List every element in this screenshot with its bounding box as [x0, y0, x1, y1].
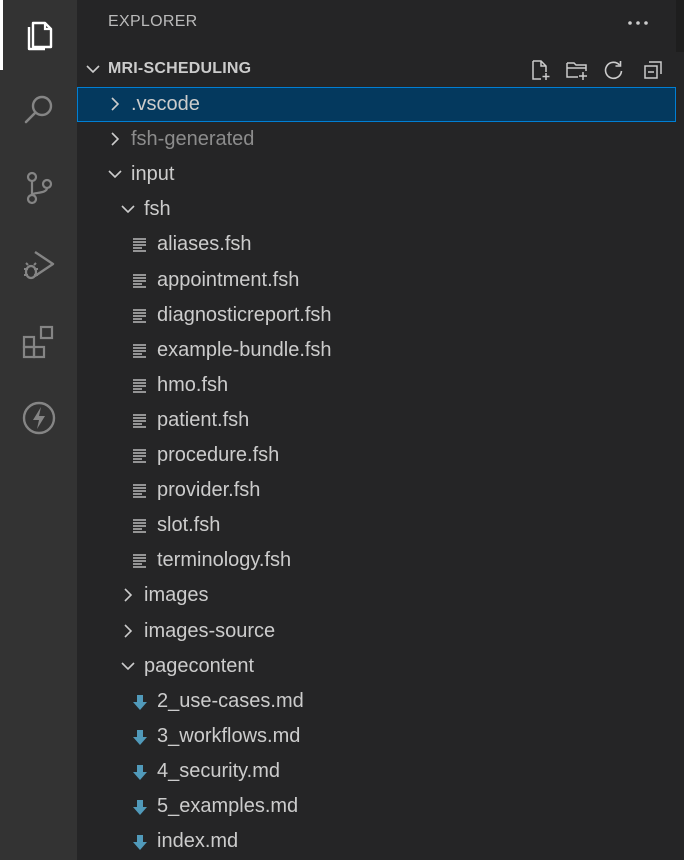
text-file-icon	[133, 274, 146, 288]
tree-folder-row[interactable]: input	[77, 157, 676, 192]
tree-item-label: fsh	[144, 198, 171, 220]
tree-item-label: input	[131, 163, 175, 185]
new-file-button[interactable]	[527, 57, 553, 83]
chevron-down-icon[interactable]	[120, 658, 136, 674]
tree-folder-row[interactable]: fsh	[77, 192, 676, 227]
tree-file-row[interactable]: hmo.fsh	[77, 368, 676, 403]
markdown-icon	[133, 730, 147, 745]
activity-source-control[interactable]	[0, 153, 77, 223]
chevron-right-icon[interactable]	[107, 96, 123, 112]
markdown-icon	[133, 765, 147, 780]
text-file-icon	[133, 379, 146, 393]
chevron-down-icon[interactable]	[120, 201, 136, 217]
chevron-right-icon[interactable]	[107, 131, 123, 147]
tree-item-label: aliases.fsh	[157, 233, 252, 255]
tree-file-row[interactable]: 2_use-cases.md	[77, 684, 676, 719]
text-file-icon	[133, 554, 146, 568]
tree-file-row[interactable]: provider.fsh	[77, 473, 676, 508]
text-file-icon	[133, 414, 146, 428]
more-actions-button[interactable]	[625, 10, 651, 36]
chevron-right-icon[interactable]	[120, 623, 136, 639]
tree-folder-row[interactable]: images-source	[77, 614, 676, 649]
extensions-icon	[22, 325, 53, 359]
text-file-icon	[133, 449, 146, 463]
scrollbar-track	[676, 0, 684, 52]
text-file-icon	[133, 309, 146, 323]
text-file-icon	[133, 519, 146, 533]
new-folder-button[interactable]	[564, 57, 590, 83]
tree-file-row[interactable]: index.md	[77, 824, 676, 859]
markdown-icon	[133, 800, 147, 815]
tree-folder-row[interactable]: fsh-generated	[77, 122, 676, 157]
tree-file-row[interactable]: diagnosticreport.fsh	[77, 298, 676, 333]
explorer-sidebar: EXPLORER MRI-SCHEDULING .vscode fsh-gene…	[77, 0, 684, 860]
tree-item-label: patient.fsh	[157, 409, 250, 431]
markdown-icon	[133, 695, 147, 710]
chevron-down-icon[interactable]	[107, 166, 123, 182]
tree-item-label: example-bundle.fsh	[157, 339, 332, 361]
tree-item-label: procedure.fsh	[157, 444, 280, 466]
tree-item-label: 4_security.md	[157, 760, 281, 782]
collapse-all-icon	[644, 61, 662, 79]
markdown-icon	[133, 835, 147, 850]
tree-item-label: .vscode	[131, 93, 200, 115]
tree-item-label: images	[144, 584, 209, 606]
activity-explorer[interactable]	[0, 0, 77, 70]
tree-item-label: index.md	[157, 830, 239, 852]
tree-item-label: pagecontent	[144, 655, 255, 677]
lightning-icon	[22, 401, 55, 435]
tree-item-label: 2_use-cases.md	[157, 690, 304, 712]
tree-item-label: appointment.fsh	[157, 269, 300, 291]
run-debug-icon	[23, 251, 54, 280]
tree-folder-row[interactable]: images	[77, 578, 676, 613]
text-file-icon	[133, 344, 146, 358]
tree-file-row[interactable]: appointment.fsh	[77, 263, 676, 298]
activity-run-debug[interactable]	[0, 229, 77, 299]
search-icon	[24, 95, 52, 124]
workspace-name: MRI-SCHEDULING	[108, 60, 252, 77]
tree-item-label: 3_workflows.md	[157, 725, 301, 747]
tree-item-label: slot.fsh	[157, 514, 221, 536]
tree-file-row[interactable]: procedure.fsh	[77, 438, 676, 473]
vscode-window: EXPLORER MRI-SCHEDULING .vscode fsh-gene…	[0, 0, 684, 860]
ellipsis-icon	[628, 21, 648, 25]
tree-file-row[interactable]: slot.fsh	[77, 508, 676, 543]
tree-file-row[interactable]: 3_workflows.md	[77, 719, 676, 754]
activity-search[interactable]	[0, 75, 77, 145]
tree-file-row[interactable]: terminology.fsh	[77, 543, 676, 578]
activity-lightning[interactable]	[0, 383, 77, 453]
tree-folder-row[interactable]: pagecontent	[77, 649, 676, 684]
activity-extensions[interactable]	[0, 307, 77, 377]
tree-file-row[interactable]: patient.fsh	[77, 403, 676, 438]
workspace-section-header[interactable]: MRI-SCHEDULING	[77, 52, 676, 86]
chevron-right-icon[interactable]	[120, 587, 136, 603]
tree-item-label: terminology.fsh	[157, 549, 292, 571]
tree-item-label: hmo.fsh	[157, 374, 229, 396]
files-icon	[27, 21, 52, 51]
collapse-all-button[interactable]	[640, 57, 666, 83]
source-control-icon	[26, 171, 52, 205]
tree-item-label: fsh-generated	[131, 128, 255, 150]
text-file-icon	[133, 238, 146, 252]
refresh-button[interactable]	[601, 57, 627, 83]
tree-item-label: images-source	[144, 620, 276, 642]
chevron-down-icon	[86, 65, 100, 74]
tree-file-row[interactable]: 5_examples.md	[77, 789, 676, 824]
explorer-header: EXPLORER	[77, 0, 684, 46]
tree-folder-row[interactable]: .vscode	[77, 87, 676, 122]
activity-bar	[0, 0, 77, 860]
explorer-title: EXPLORER	[108, 13, 198, 30]
new-folder-icon	[566, 62, 587, 80]
tree-item-label: provider.fsh	[157, 479, 261, 501]
new-file-icon	[532, 60, 550, 80]
refresh-icon	[604, 61, 623, 80]
tree-item-label: diagnosticreport.fsh	[157, 304, 332, 326]
tree-file-row[interactable]: 4_security.md	[77, 754, 676, 789]
tree-item-label: 5_examples.md	[157, 795, 299, 817]
tree-file-row[interactable]: example-bundle.fsh	[77, 333, 676, 368]
text-file-icon	[133, 484, 146, 498]
tree-file-row[interactable]: aliases.fsh	[77, 227, 676, 262]
